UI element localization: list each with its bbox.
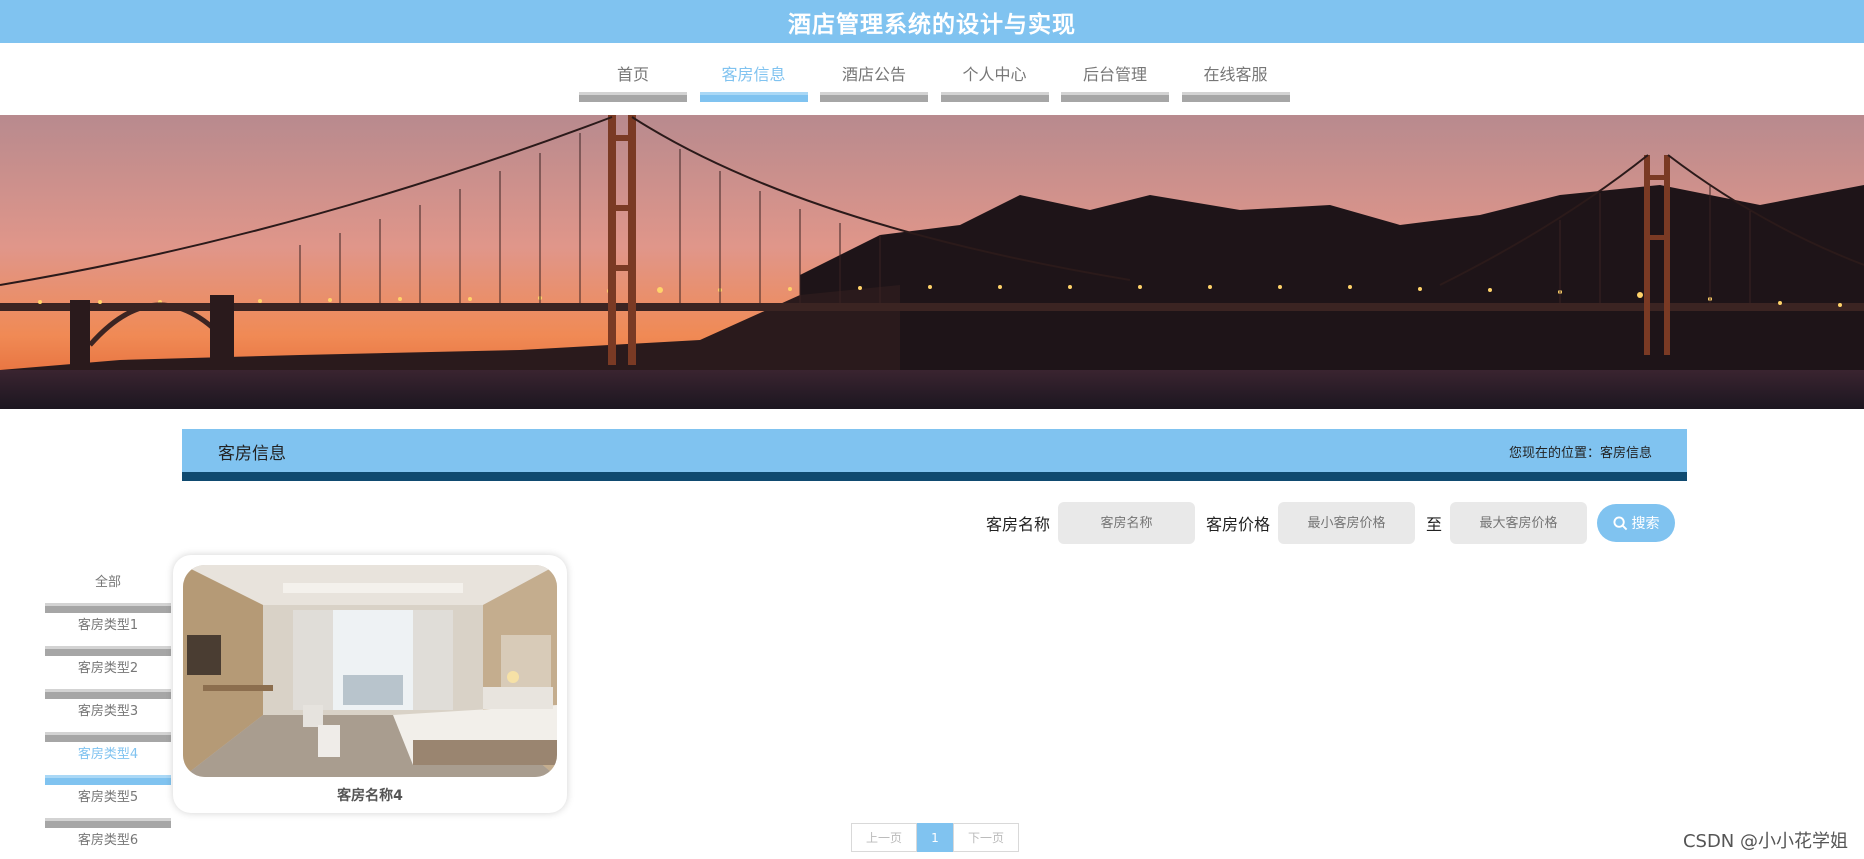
nav-item-announcements[interactable]: 酒店公告: [820, 58, 928, 102]
nav-item-home[interactable]: 首页: [579, 58, 687, 102]
sidebar-item-bar: [45, 646, 171, 656]
nav-item-bar: [820, 92, 928, 102]
nav-item-admin[interactable]: 后台管理: [1061, 58, 1169, 102]
nav-item-rooms[interactable]: 客房信息: [699, 58, 808, 102]
sidebar-item-label: 客房类型1: [77, 618, 139, 633]
max-price-input[interactable]: [1450, 502, 1588, 544]
sidebar-item-bar: [45, 775, 171, 785]
breadcrumb: 您现在的位置：客房信息: [1508, 446, 1652, 461]
sidebar-item-type5[interactable]: 客房类型5: [45, 785, 171, 828]
sidebar-item-bar: [45, 818, 171, 828]
sidebar-item-label: 客房类型6: [77, 833, 139, 848]
main-nav: 首页 客房信息 酒店公告 个人中心 后台管理 在线客服: [579, 58, 1302, 102]
sidebar-item-type1[interactable]: 客房类型1: [45, 613, 171, 656]
nav-item-label: 客房信息: [721, 65, 786, 84]
sidebar-item-type2[interactable]: 客房类型2: [45, 656, 171, 699]
nav-item-bar: [940, 92, 1049, 102]
nav-item-label: 后台管理: [1082, 65, 1147, 84]
site-title: 酒店管理系统的设计与实现: [788, 11, 1076, 38]
nav-item-bar: [1181, 92, 1290, 102]
sidebar-item-bar: [45, 689, 171, 699]
prev-page-button[interactable]: 上一页: [851, 823, 917, 852]
sidebar-item-all[interactable]: 全部: [45, 570, 171, 613]
nav-item-bar: [699, 92, 808, 102]
room-image: [183, 565, 557, 777]
nav-item-bar: [1061, 92, 1169, 102]
nav-item-label: 首页: [616, 65, 649, 84]
sidebar-item-bar: [45, 732, 171, 742]
sidebar-item-bar: [45, 603, 171, 613]
nav-item-label: 在线客服: [1203, 65, 1268, 84]
page-number-button[interactable]: 1: [917, 823, 953, 852]
room-name-label: 客房名称: [986, 515, 1051, 534]
min-price-input[interactable]: [1278, 502, 1416, 544]
room-type-sidebar: 全部 客房类型1 客房类型2 客房类型3 客房类型4 客房类型5 客房类型6: [45, 570, 171, 859]
pagination: 上一页 1 下一页: [851, 823, 1019, 852]
room-name: 客房名称4: [337, 788, 403, 804]
sidebar-item-label: 客房类型2: [77, 661, 139, 676]
sidebar-item-label: 客房类型3: [77, 704, 139, 719]
nav-item-bar: [579, 92, 687, 102]
banner-image: [0, 115, 1864, 409]
site-header: 酒店管理系统的设计与实现: [0, 0, 1864, 43]
room-card[interactable]: 客房名称4: [173, 555, 567, 813]
sidebar-item-label: 客房类型5: [77, 790, 139, 805]
sidebar-item-label: 全部: [94, 575, 121, 590]
room-price-label: 客房价格: [1206, 515, 1271, 534]
watermark: CSDN @小小花学姐: [1682, 831, 1848, 852]
room-name-input[interactable]: [1058, 502, 1196, 544]
sidebar-item-type3[interactable]: 客房类型3: [45, 699, 171, 742]
nav-item-profile[interactable]: 个人中心: [940, 58, 1049, 102]
page: 酒店管理系统的设计与实现 首页 客房信息 酒店公告 个人中心 后台管理 在线客服: [0, 0, 1864, 859]
next-page-button[interactable]: 下一页: [953, 823, 1019, 852]
nav-item-label: 酒店公告: [841, 65, 906, 84]
nav-item-label: 个人中心: [962, 65, 1027, 84]
section-title: 客房信息: [218, 444, 286, 464]
sidebar-item-type6[interactable]: 客房类型6: [45, 828, 171, 859]
section-header: 客房信息 您现在的位置：客房信息: [182, 429, 1687, 481]
search-button-label: 搜索: [1631, 516, 1660, 532]
search-icon: [1613, 515, 1627, 530]
sidebar-item-label: 客房类型4: [77, 747, 139, 762]
sidebar-item-type4[interactable]: 客房类型4: [45, 742, 171, 785]
search-button[interactable]: 搜索: [1597, 504, 1676, 542]
price-range-separator: 至: [1426, 515, 1443, 534]
nav-item-support[interactable]: 在线客服: [1181, 58, 1290, 102]
search-bar: 客房名称 客房价格 至 搜索: [986, 502, 1676, 544]
